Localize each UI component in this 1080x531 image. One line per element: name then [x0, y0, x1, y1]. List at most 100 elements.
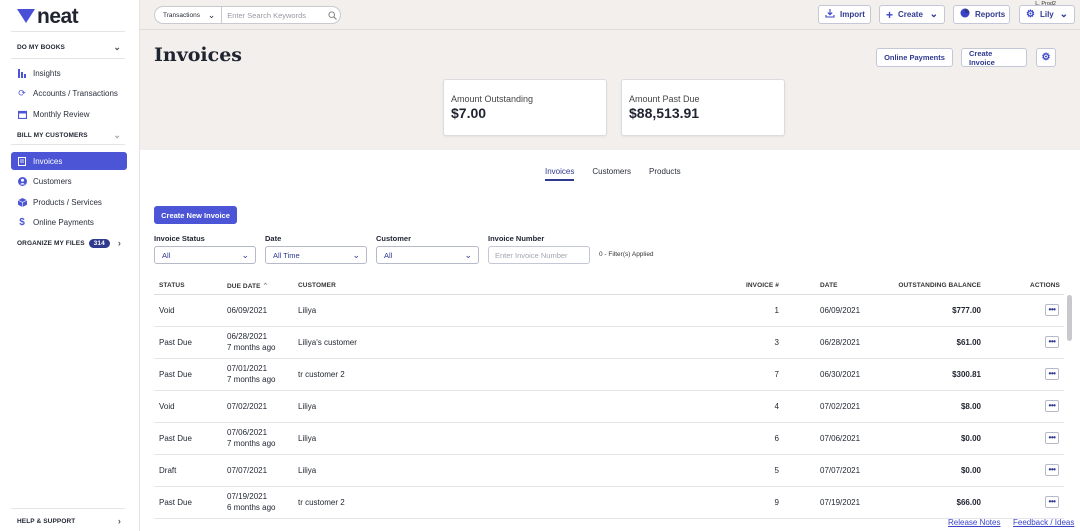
sidebar-item-online-payments[interactable]: $ Online Payments	[11, 213, 127, 231]
sidebar-item-products[interactable]: Products / Services	[11, 193, 127, 211]
neat-logo[interactable]: neat	[17, 6, 79, 27]
cell-invoice-number: 6	[774, 434, 779, 443]
sidebar-item-label: Accounts / Transactions	[33, 88, 118, 98]
table-scrollbar[interactable]	[1067, 295, 1072, 341]
row-actions-button[interactable]: •••	[1045, 496, 1059, 508]
due-date-relative: 7 months ago	[227, 342, 276, 352]
dollar-icon: $	[19, 216, 25, 228]
search-icon[interactable]	[324, 10, 340, 20]
global-search: Transactions ⌄	[154, 6, 341, 24]
row-actions-button[interactable]: •••	[1045, 304, 1059, 316]
cell-customer: Liliya	[298, 466, 317, 475]
section-label: BILL MY CUSTOMERS	[17, 132, 88, 139]
cell-date: 07/06/2021	[820, 434, 861, 443]
sidebar-divider	[11, 144, 125, 145]
column-header-due-date[interactable]: DUE DATE ⌃	[227, 282, 268, 290]
create-menu-button[interactable]: + Create ⌄	[879, 5, 945, 24]
date-select[interactable]: All Time ⌄	[265, 246, 367, 264]
table-row[interactable]: Void 07/02/2021 Liliya 4 07/02/2021 $8.00 •••	[154, 391, 1064, 423]
filter-label: Date	[265, 234, 282, 243]
due-date-value: 07/19/2021	[227, 492, 268, 501]
table-row[interactable]: Draft 07/07/2021 Liliya 5 07/07/2021 $0.00 •••	[154, 455, 1064, 487]
column-header-status[interactable]: STATUS	[159, 282, 185, 289]
sidebar-item-insights[interactable]: Insights	[11, 64, 127, 82]
section-do-my-books[interactable]: DO MY BOOKS ⌄	[17, 42, 121, 53]
box-icon	[17, 197, 27, 207]
section-organize-my-files[interactable]: ORGANIZE MY FILES 314 ›	[17, 238, 121, 248]
column-header-customer[interactable]: CUSTOMER	[298, 282, 336, 289]
more-dots-icon: •••	[1048, 401, 1056, 410]
section-help-support[interactable]: HELP & SUPPORT ›	[17, 516, 121, 526]
row-actions-button[interactable]: •••	[1045, 368, 1059, 380]
invoice-status-select[interactable]: All ⌄	[154, 246, 256, 264]
sidebar-item-label: Online Payments	[33, 217, 94, 227]
user-menu-button[interactable]: ⚙ Lily ⌄	[1019, 5, 1075, 24]
cell-outstanding-balance: $8.00	[960, 402, 981, 411]
stat-label: Amount Outstanding	[451, 94, 534, 104]
feedback-link[interactable]: Feedback / Ideas	[1013, 518, 1074, 527]
cell-date: 06/28/2021	[820, 338, 861, 347]
row-actions-button[interactable]: •••	[1045, 400, 1059, 412]
select-value: All	[384, 250, 393, 260]
search-scope-select[interactable]: Transactions ⌄	[155, 7, 223, 23]
more-dots-icon: •••	[1048, 465, 1056, 474]
sidebar: neat DO MY BOOKS ⌄ Insights ⟳ Accounts /…	[0, 0, 140, 531]
cell-outstanding-balance: $0.00	[960, 434, 981, 443]
create-new-invoice-button[interactable]: Create New Invoice	[154, 206, 237, 224]
section-label: DO MY BOOKS	[17, 44, 65, 51]
release-notes-link[interactable]: Release Notes	[948, 518, 1000, 527]
stat-label: Amount Past Due	[629, 94, 700, 104]
plus-icon: +	[886, 7, 894, 22]
chevron-down-icon: ⌄	[1059, 9, 1068, 20]
customer-select[interactable]: All ⌄	[376, 246, 479, 264]
cell-due-date: 07/01/2021 7 months ago	[227, 364, 275, 385]
row-actions-button[interactable]: •••	[1045, 432, 1059, 444]
create-invoice-button[interactable]: Create Invoice	[961, 48, 1027, 67]
sidebar-item-accounts[interactable]: ⟳ Accounts / Transactions	[11, 84, 127, 102]
reports-button[interactable]: Reports	[953, 5, 1010, 24]
cell-date: 07/19/2021	[820, 498, 861, 507]
tab-invoices[interactable]: Invoices	[545, 167, 575, 181]
tab-customers[interactable]: Customers	[592, 167, 631, 181]
table-row[interactable]: Past Due 07/01/2021 7 months ago tr custome…	[154, 359, 1064, 391]
section-bill-my-customers[interactable]: BILL MY CUSTOMERS ⌄	[17, 130, 121, 141]
row-actions-button[interactable]: •••	[1045, 464, 1059, 476]
settings-button[interactable]: ⚙	[1036, 48, 1056, 67]
import-button[interactable]: Import	[818, 5, 871, 24]
cell-invoice-number: 9	[774, 498, 779, 507]
cell-invoice-number: 5	[774, 466, 779, 475]
cell-outstanding-balance: $66.00	[956, 498, 981, 507]
chevron-down-icon: ⌄	[113, 130, 121, 140]
sidebar-divider	[11, 508, 125, 509]
cell-invoice-number: 7	[774, 370, 779, 379]
tab-products[interactable]: Products	[649, 167, 681, 181]
invoice-number-input[interactable]	[488, 246, 590, 264]
column-header-invoice-number[interactable]: INVOICE #	[714, 282, 779, 289]
chevron-right-icon: ›	[117, 238, 121, 248]
search-input[interactable]	[222, 7, 325, 23]
sort-ascending-icon: ⌃	[262, 283, 269, 290]
cell-customer: Liliya	[298, 434, 317, 443]
sidebar-item-invoices[interactable]: Invoices	[11, 152, 127, 170]
row-actions-button[interactable]: •••	[1045, 336, 1059, 348]
table-row[interactable]: Void 06/09/2021 Liliya 1 06/09/2021 $777.00 ••…	[154, 295, 1064, 327]
section-label: ORGANIZE MY FILES	[17, 239, 85, 247]
cell-due-date: 06/28/2021 7 months ago	[227, 332, 275, 353]
online-payments-button[interactable]: Online Payments	[876, 48, 953, 67]
sidebar-item-monthly-review[interactable]: Monthly Review	[11, 105, 127, 123]
chevron-down-icon: ⌄	[241, 249, 249, 260]
due-date-value: 06/09/2021	[227, 306, 268, 315]
table-row[interactable]: Past Due 06/28/2021 7 months ago Liliya's c…	[154, 327, 1064, 359]
filter-date: Date All Time ⌄	[265, 234, 367, 264]
sidebar-divider	[11, 31, 125, 32]
table-row[interactable]: Past Due 07/06/2021 7 months ago Liliya 6 07/…	[154, 423, 1064, 455]
table-row[interactable]: Past Due 07/19/2021 6 months ago tr custome…	[154, 487, 1064, 519]
sidebar-divider	[11, 58, 125, 59]
sync-icon: ⟳	[18, 87, 26, 98]
due-date-relative: 6 months ago	[227, 502, 276, 512]
column-header-outstanding-balance[interactable]: OUTSTANDING BALANCE	[881, 282, 981, 289]
sidebar-item-customers[interactable]: Customers	[11, 172, 127, 190]
filter-label: Invoice Status	[154, 234, 205, 243]
column-header-date[interactable]: DATE	[820, 282, 838, 289]
chevron-right-icon: ›	[117, 516, 121, 526]
